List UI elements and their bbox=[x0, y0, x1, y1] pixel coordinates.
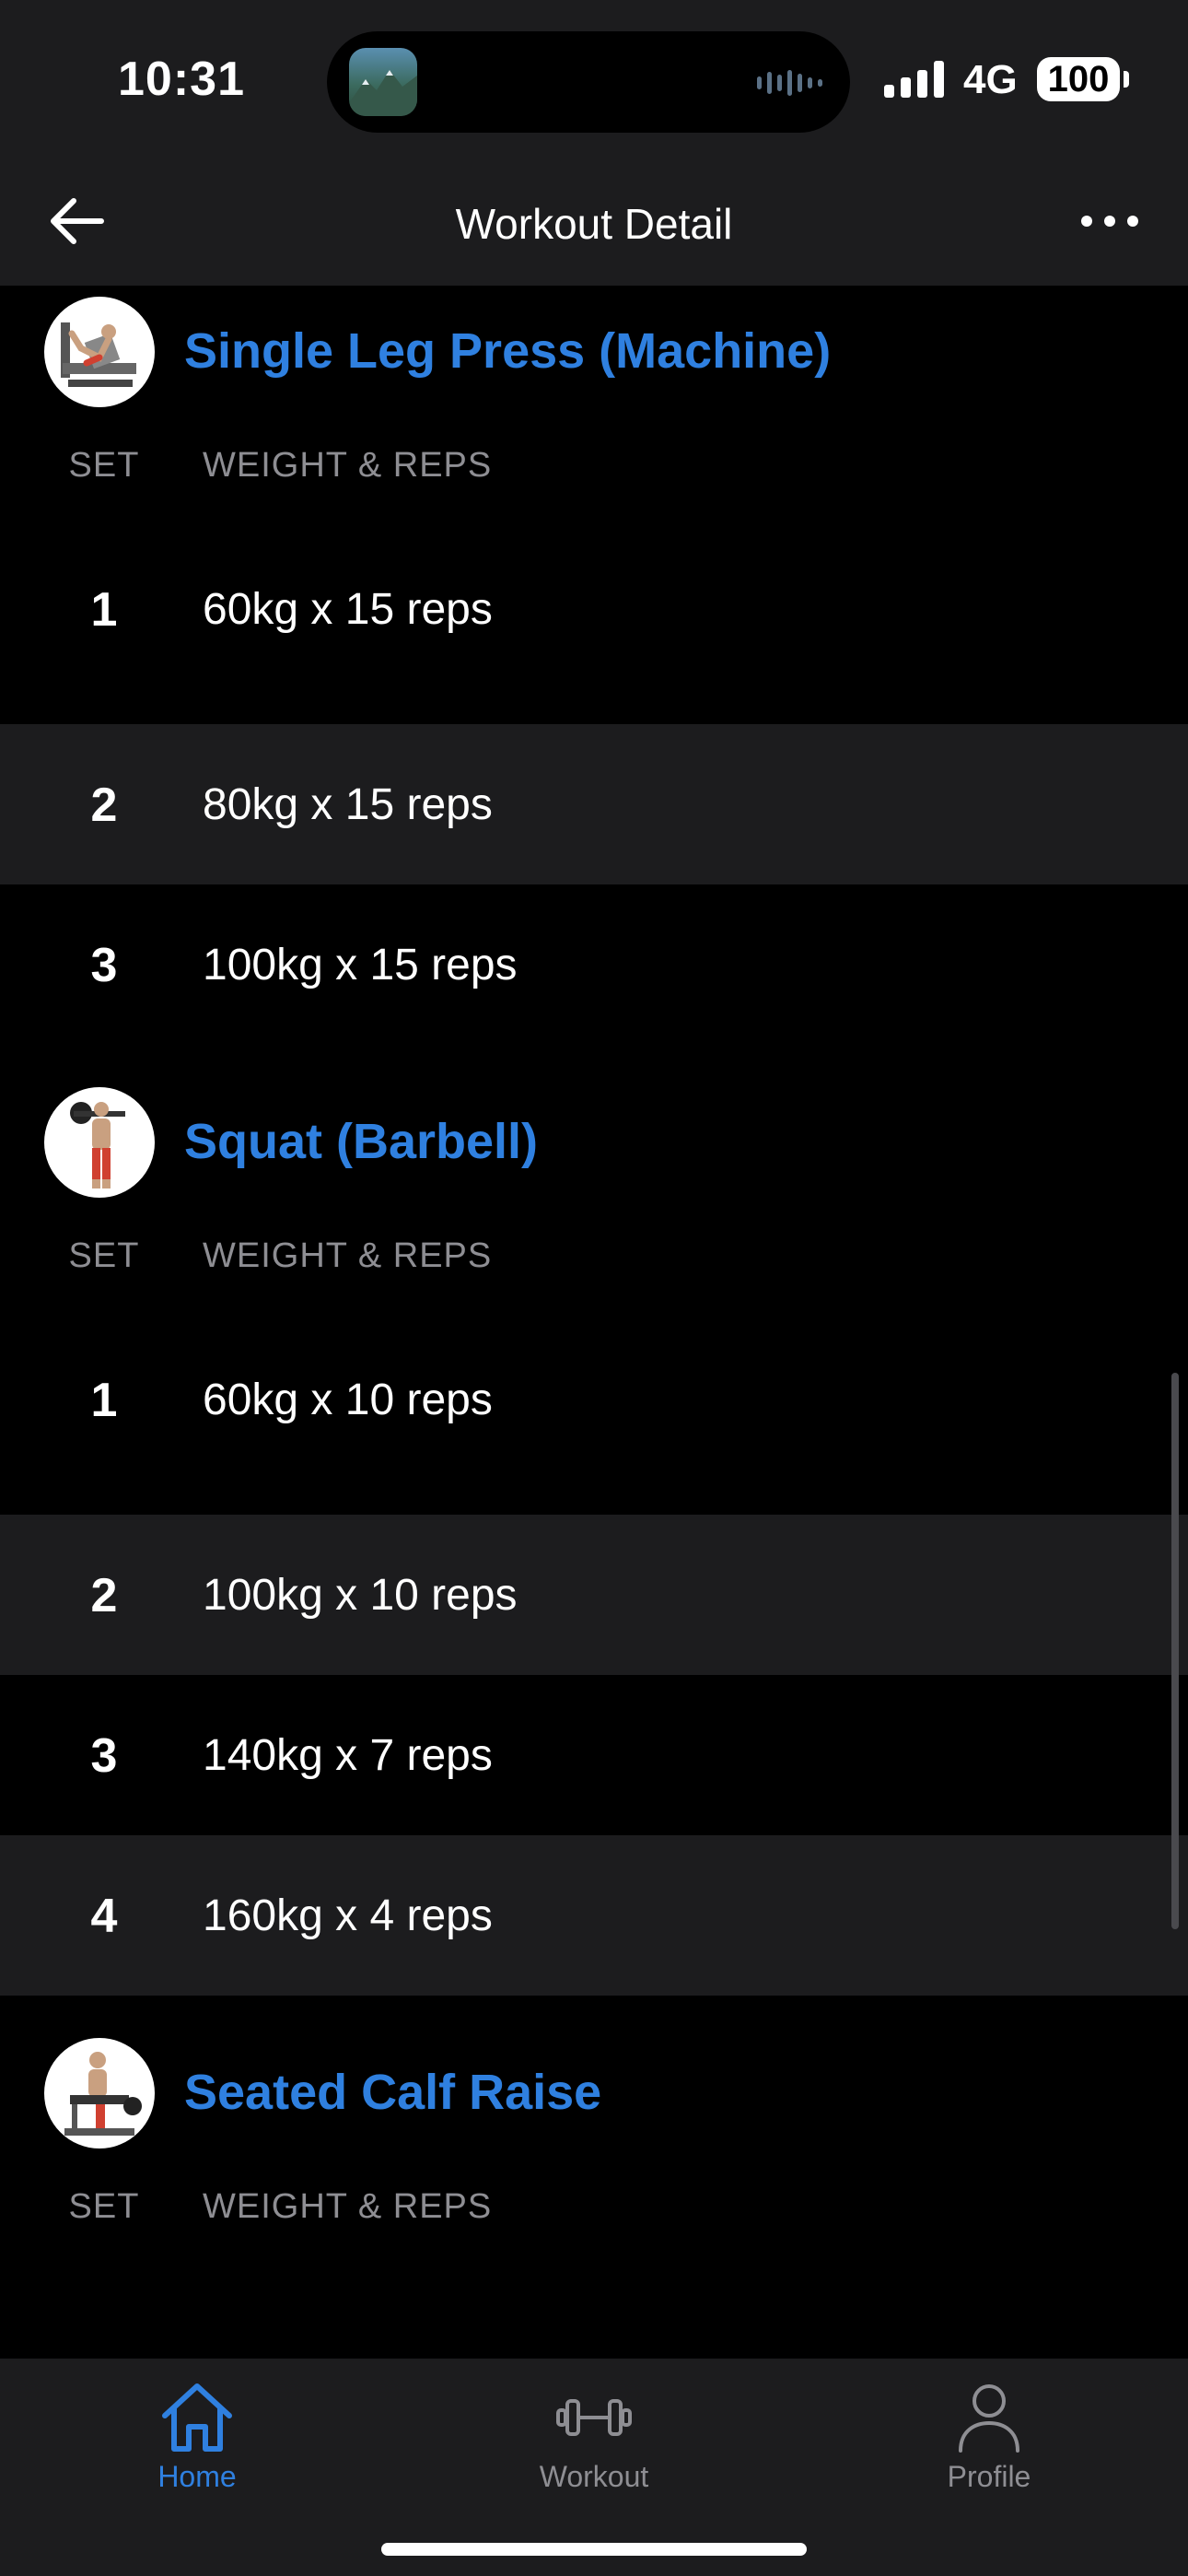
tab-workout-label: Workout bbox=[539, 2460, 649, 2493]
scroll-indicator[interactable] bbox=[1171, 1373, 1179, 1929]
dynamic-island[interactable] bbox=[327, 31, 850, 133]
tab-home-label: Home bbox=[157, 2460, 237, 2493]
set-number: 3 bbox=[90, 939, 118, 992]
set-row: 1 60kg x 10 reps bbox=[0, 1319, 1188, 1480]
ellipsis-icon bbox=[1081, 216, 1138, 227]
exercise-name[interactable]: Squat (Barbell) bbox=[184, 1113, 538, 1170]
workout-detail-list[interactable]: Single Leg Press (Machine) SET WEIGHT & … bbox=[0, 286, 1188, 2359]
set-number: 4 bbox=[90, 1890, 118, 1943]
set-row: 4 160kg x 4 reps bbox=[0, 1835, 1188, 1996]
set-number: 1 bbox=[90, 1374, 118, 1427]
dumbbell-icon bbox=[556, 2399, 632, 2436]
now-playing-artwork bbox=[349, 48, 417, 116]
home-icon bbox=[162, 2383, 232, 2452]
status-bar: 10:31 4G 100 bbox=[0, 0, 1188, 157]
exercise-name[interactable]: Seated Calf Raise bbox=[184, 2064, 601, 2121]
set-number: 1 bbox=[90, 583, 118, 637]
exercise-thumbnail bbox=[44, 2038, 155, 2149]
column-weight-reps-label: WEIGHT & REPS bbox=[203, 446, 493, 485]
column-header: SET WEIGHT & REPS bbox=[0, 2160, 1188, 2252]
more-options-button[interactable] bbox=[1077, 201, 1142, 241]
set-weight-reps: 100kg x 15 reps bbox=[203, 941, 518, 989]
column-weight-reps-label: WEIGHT & REPS bbox=[203, 1236, 493, 1275]
set-weight-reps: 60kg x 15 reps bbox=[203, 585, 493, 634]
person-icon bbox=[959, 2384, 1019, 2453]
column-set-label: SET bbox=[68, 446, 140, 485]
set-row: 2 80kg x 15 reps bbox=[0, 724, 1188, 884]
network-type: 4G bbox=[963, 57, 1018, 102]
status-time: 10:31 bbox=[118, 53, 245, 106]
set-weight-reps: 60kg x 10 reps bbox=[203, 1376, 493, 1424]
exercise-header[interactable]: Seated Calf Raise bbox=[0, 2027, 1188, 2160]
navigation-bar: Workout Detail bbox=[0, 157, 1188, 286]
battery-icon: 100 bbox=[1037, 57, 1120, 101]
exercise-thumbnail bbox=[44, 1087, 155, 1198]
set-number: 3 bbox=[90, 1729, 118, 1783]
tab-profile-label: Profile bbox=[947, 2460, 1031, 2493]
set-weight-reps: 160kg x 4 reps bbox=[203, 1891, 493, 1940]
column-set-label: SET bbox=[68, 2187, 140, 2226]
set-row: 1 60kg x 15 reps bbox=[0, 529, 1188, 689]
tab-home[interactable]: Home bbox=[77, 2375, 317, 2513]
set-row: 3 100kg x 15 reps bbox=[0, 884, 1188, 1045]
page-title: Workout Detail bbox=[455, 200, 733, 248]
battery-tip bbox=[1124, 71, 1129, 88]
tab-workout[interactable]: Workout bbox=[474, 2375, 714, 2513]
exercise-thumbnail bbox=[44, 297, 155, 407]
exercise-header[interactable]: Squat (Barbell) bbox=[0, 1076, 1188, 1209]
column-header: SET WEIGHT & REPS bbox=[0, 1209, 1188, 1301]
home-indicator[interactable] bbox=[381, 2543, 807, 2556]
set-row: 2 100kg x 10 reps bbox=[0, 1515, 1188, 1675]
set-number: 2 bbox=[90, 779, 118, 832]
set-weight-reps: 80kg x 15 reps bbox=[203, 780, 493, 829]
exercise-name[interactable]: Single Leg Press (Machine) bbox=[184, 322, 831, 380]
audio-waveform-icon bbox=[757, 70, 822, 96]
exercise-header[interactable]: Single Leg Press (Machine) bbox=[0, 286, 1188, 418]
cellular-signal-icon bbox=[884, 61, 944, 98]
tab-profile[interactable]: Profile bbox=[869, 2375, 1109, 2513]
column-set-label: SET bbox=[68, 1236, 140, 1275]
column-header: SET WEIGHT & REPS bbox=[0, 418, 1188, 510]
set-weight-reps: 140kg x 7 reps bbox=[203, 1731, 493, 1780]
set-weight-reps: 100kg x 10 reps bbox=[203, 1571, 518, 1620]
set-row: 3 140kg x 7 reps bbox=[0, 1675, 1188, 1835]
column-weight-reps-label: WEIGHT & REPS bbox=[203, 2187, 493, 2226]
set-number: 2 bbox=[90, 1569, 118, 1622]
